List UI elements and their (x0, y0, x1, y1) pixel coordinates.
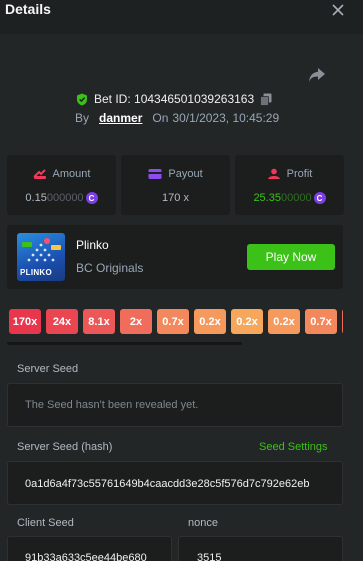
seed-settings-link[interactable]: Seed Settings (259, 441, 328, 453)
multiplier-tile: 170x (9, 309, 41, 334)
client-seed-label: Client Seed (17, 517, 74, 529)
coin-icon: C (85, 192, 98, 204)
multiplier-scrollbar[interactable] (7, 342, 242, 345)
stat-payout: Payout 170 x (121, 155, 230, 215)
server-seed-field: The Seed hasn't been revealed yet. (7, 383, 343, 427)
multiplier-tile: 0.7x (305, 309, 337, 334)
multiplier-strip[interactable]: 170x 24x 8.1x 2x 0.7x 0.2x 0.2x 0.2x 0.7x (9, 309, 343, 335)
stat-value: 0.15 (25, 192, 47, 204)
username-link[interactable]: danmer (99, 111, 142, 125)
multiplier-tile: 24x (46, 309, 78, 334)
stat-value: 170 x (162, 192, 189, 204)
stat-amount: Amount 0.15 000000 C (7, 155, 116, 215)
server-seed-label: Server Seed (17, 363, 79, 375)
on-label: On (152, 111, 169, 125)
stat-value-faint: 000000 (46, 192, 84, 204)
stat-label: Profit (286, 168, 313, 180)
game-card: PLINKO Plinko BC Originals Play Now (7, 225, 343, 289)
game-thumbnail[interactable]: PLINKO (17, 233, 65, 281)
bet-id-row: Bet ID: 104346501039263163 (76, 91, 272, 107)
thumbnail-text: PLINKO (20, 268, 53, 277)
multiplier-tile: 0.7x (157, 309, 189, 334)
multiplier-tile-partial (342, 309, 343, 334)
details-header: Details (0, 0, 363, 34)
amount-icon (32, 169, 46, 179)
multiplier-tile: 2x (120, 309, 152, 334)
by-label: By (75, 111, 90, 125)
stat-label: Amount (52, 168, 91, 180)
coin-icon: C (313, 192, 326, 204)
stat-value: 25.35 (253, 192, 281, 204)
bet-datetime: 30/1/2023, 10:45:29 (172, 111, 280, 125)
nonce-label: nonce (188, 517, 218, 529)
payout-icon (148, 169, 162, 179)
share-icon[interactable] (307, 66, 327, 84)
nonce-field[interactable]: 3515 (178, 536, 343, 561)
verified-shield-icon (77, 93, 87, 105)
stat-value-faint: 00000 (280, 192, 312, 204)
close-icon[interactable] (329, 1, 347, 19)
bet-byline: By danmer On 30/1/2023, 10:45:29 (75, 111, 279, 125)
game-name: Plinko (76, 238, 109, 252)
server-seed-hash-field[interactable]: 0a1d6a4f73c55761649b4caacdd3e28c5f576d7c… (7, 461, 343, 505)
multiplier-tile: 0.2x (268, 309, 300, 334)
bet-id: Bet ID: 104346501039263163 (94, 92, 255, 106)
play-now-button[interactable]: Play Now (247, 244, 335, 270)
client-seed-field[interactable]: 91b33a633c5ee44be680 (7, 536, 172, 561)
server-seed-hash-label: Server Seed (hash) (17, 441, 113, 453)
multiplier-tile: 0.2x (231, 309, 263, 334)
copy-icon[interactable] (260, 93, 272, 106)
page-title: Details (5, 1, 51, 17)
game-provider: BC Originals (76, 261, 144, 275)
multiplier-tile: 8.1x (83, 309, 115, 334)
profit-icon (267, 168, 280, 179)
stat-label: Payout (168, 168, 203, 180)
multiplier-tile: 0.2x (194, 309, 226, 334)
stat-profit: Profit 25.35 00000 C (235, 155, 344, 215)
